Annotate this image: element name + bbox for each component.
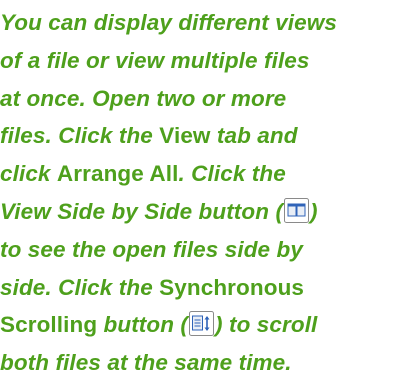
tip-line-2: of a file or view multiple files: [0, 42, 408, 80]
tip-text: View Side by Side button (: [0, 198, 284, 224]
tip-text: ) to scroll: [215, 312, 318, 338]
tip-text: ): [310, 198, 318, 224]
tip-text: to see the open files side by: [0, 236, 303, 262]
tip-text: click: [0, 161, 57, 187]
tip-text: tab and: [210, 123, 298, 149]
tip-line-5: click Arrange All. Click the: [0, 155, 408, 193]
synchronous-scrolling-icon: [189, 311, 215, 337]
tip-text: files. Click the: [0, 123, 160, 149]
tip-line-3: at once. Open two or more: [0, 80, 408, 118]
tip-line-4: files. Click the View tab and: [0, 117, 408, 155]
tip-text: at once. Open two or more: [0, 85, 287, 111]
synchronous-label: Synchronous: [159, 274, 305, 300]
tip-text: side. Click the: [0, 274, 160, 300]
tip-line-7: to see the open files side by: [0, 231, 408, 269]
tip-line-9: Scrolling button ( ) to scroll: [0, 306, 408, 344]
tip-paragraph: You can display different views of a fil…: [0, 4, 408, 382]
tip-line-8: side. Click the Synchronous: [0, 269, 408, 307]
tip-text: . Click the: [178, 161, 286, 187]
tip-text: You can display different views: [0, 10, 337, 35]
view-tab-label: View: [159, 123, 211, 149]
arrange-all-label: Arrange All: [56, 161, 179, 187]
tip-line-6: View Side by Side button ( ): [0, 193, 408, 231]
view-side-by-side-icon: [284, 197, 310, 223]
scrolling-label: Scrolling: [0, 312, 98, 338]
tip-text: of a file or view multiple files: [0, 47, 310, 73]
tip-text: both files at the same time.: [0, 350, 292, 376]
tip-line-1: You can display different views: [0, 4, 408, 42]
tip-line-10: both files at the same time.: [0, 344, 408, 382]
tip-text: button (: [97, 312, 189, 338]
